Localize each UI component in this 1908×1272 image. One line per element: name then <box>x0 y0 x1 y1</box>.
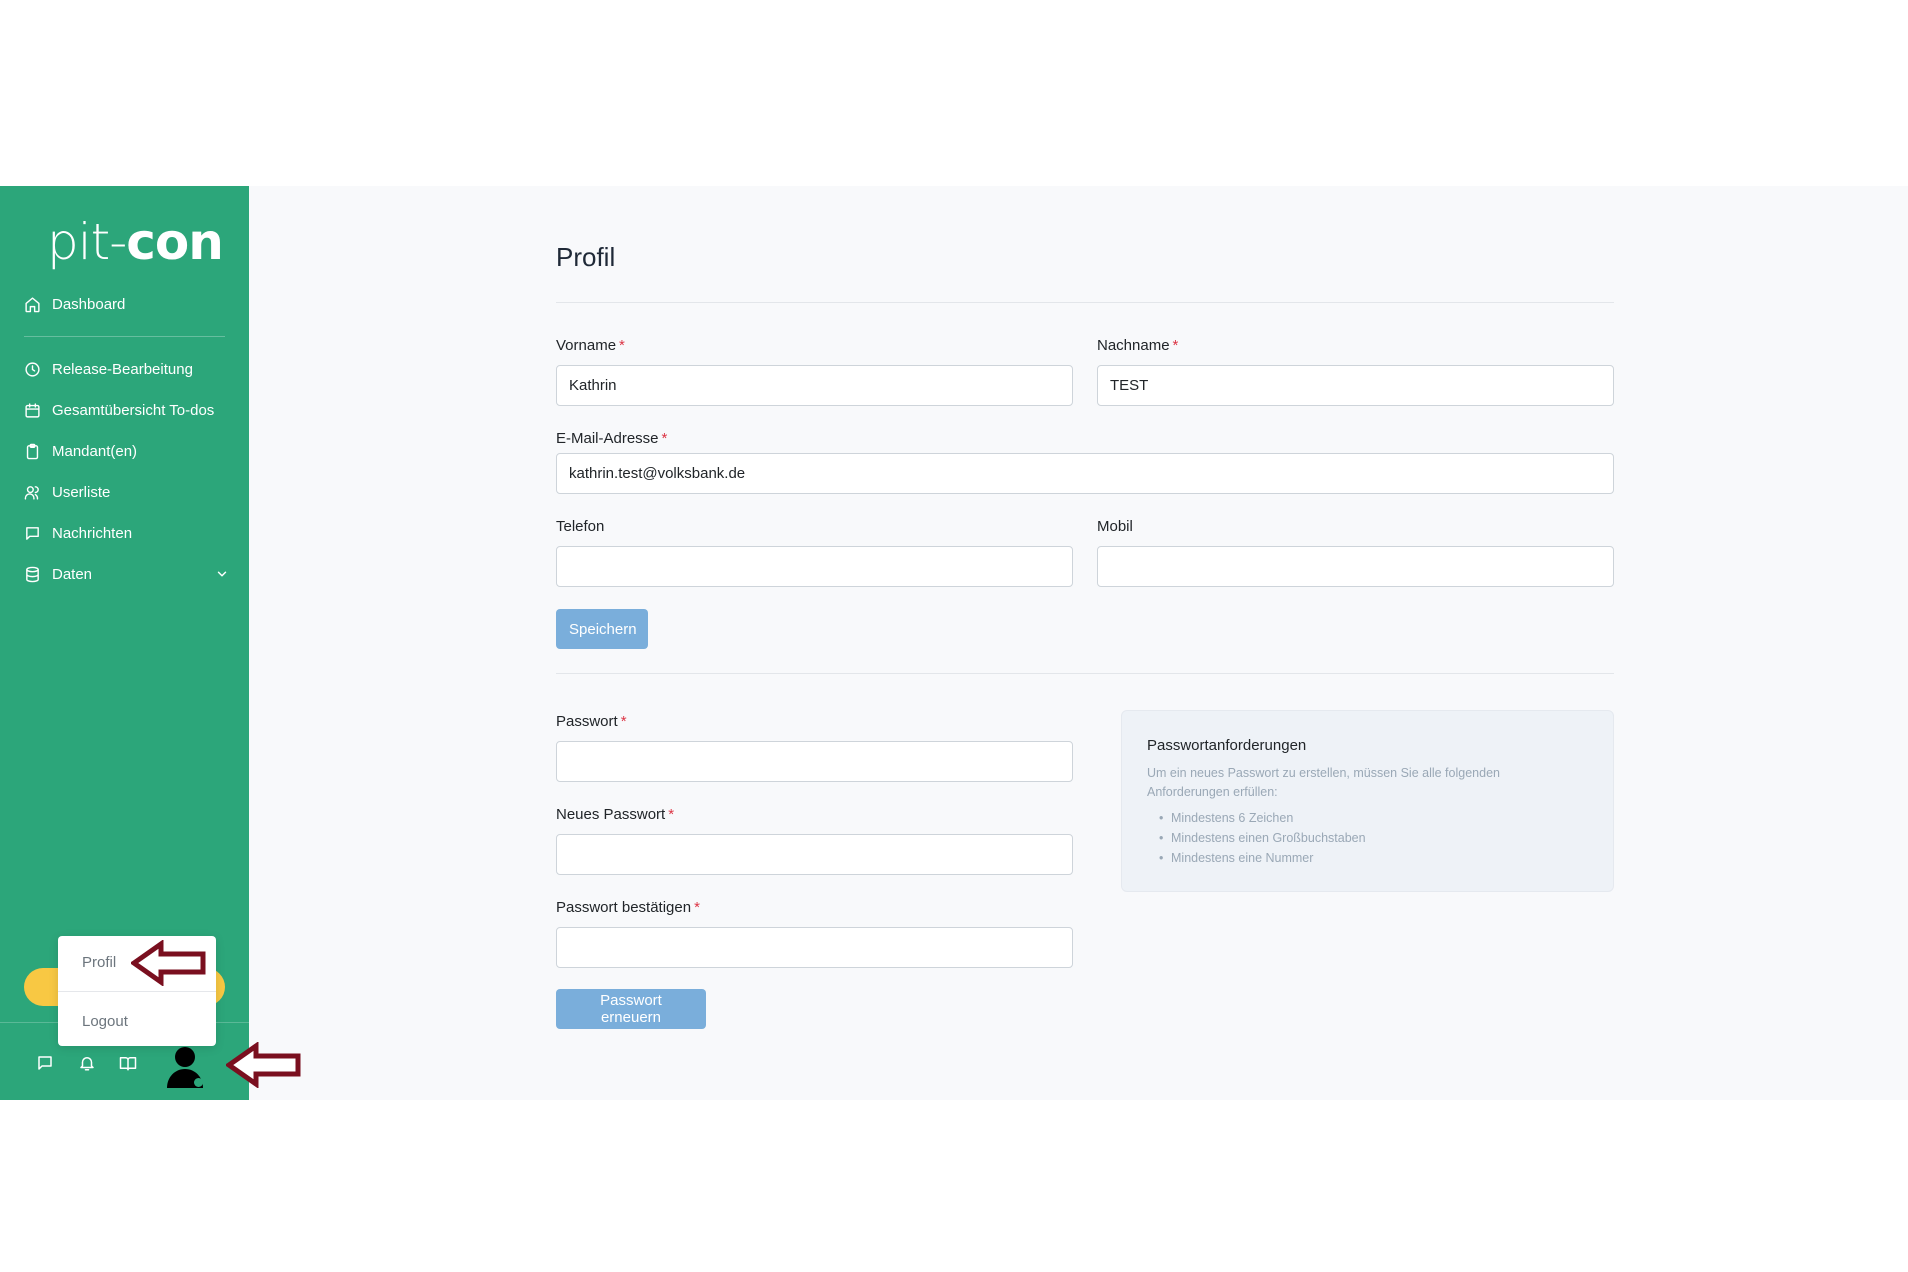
confirm-password-input[interactable] <box>556 927 1073 968</box>
footer-notifications-button[interactable] <box>78 1054 98 1074</box>
annotation-arrow-left-icon <box>226 1042 301 1088</box>
requirements-description: Um ein neues Passwort zu erstellen, müss… <box>1147 766 1500 799</box>
mobile-input[interactable] <box>1097 546 1614 587</box>
mobile-label: Mobil <box>1097 518 1133 535</box>
confirm-password-label: Passwort bestätigen * <box>556 899 700 916</box>
first-name-input[interactable] <box>556 365 1073 406</box>
sidebar-item-label: Gesamtübersicht To-dos <box>52 401 215 419</box>
phone-input[interactable] <box>556 546 1073 587</box>
sidebar-item-dashboard[interactable]: Dashboard <box>24 289 229 319</box>
save-button[interactable]: Speichern <box>556 609 648 649</box>
last-name-label: Nachname * <box>1097 337 1179 354</box>
required-marker: * <box>694 899 700 916</box>
sidebar-divider <box>24 336 225 337</box>
required-marker: * <box>620 713 627 730</box>
required-marker: * <box>619 337 625 354</box>
sidebar-item-label: Release-Bearbeitung <box>52 360 193 378</box>
message-icon <box>26 526 39 540</box>
requirement-item: Mindestens 6 Zeichen <box>1147 808 1588 828</box>
menu-item-logout[interactable]: Logout <box>82 1013 128 1030</box>
title-divider <box>556 302 1614 303</box>
message-icon <box>38 1056 52 1070</box>
sidebar-item-label: Mandant(en) <box>52 442 138 460</box>
new-password-label: Neues Passwort * <box>556 806 675 823</box>
clock-icon <box>25 361 40 377</box>
menu-item-profil[interactable]: Profil <box>82 954 116 971</box>
sidebar-item-release-bearbeitung[interactable]: Release-Bearbeitung <box>24 354 229 384</box>
password-label: Passwort * <box>556 713 627 730</box>
footer-docs-button[interactable] <box>119 1054 139 1074</box>
pit-con-logo[interactable]: pit-con <box>47 214 224 270</box>
sidebar-item-userliste[interactable]: Userliste <box>24 477 229 507</box>
calendar-icon <box>25 402 40 418</box>
renew-password-button[interactable]: Passwort erneuern <box>556 989 706 1029</box>
sidebar-item-daten[interactable]: Daten <box>24 559 229 589</box>
section-divider <box>556 673 1614 674</box>
requirement-item: Mindestens eine Nummer <box>1147 848 1588 868</box>
required-marker: * <box>661 430 668 447</box>
database-icon <box>26 566 39 582</box>
sidebar-item-gesamtuebersicht[interactable]: Gesamtübersicht To-dos <box>24 395 229 425</box>
required-marker: * <box>668 806 675 823</box>
first-name-label: Vorname * <box>556 337 625 354</box>
annotation-arrow-left-icon <box>131 940 206 986</box>
email-input[interactable] <box>556 453 1614 494</box>
requirements-title: Passwortanforderungen <box>1147 737 1307 754</box>
sidebar-item-label: Nachrichten <box>52 524 133 542</box>
password-input[interactable] <box>556 741 1073 782</box>
phone-label: Telefon <box>556 518 605 535</box>
sidebar-item-label: Daten <box>52 565 93 583</box>
online-status-dot <box>194 1078 203 1087</box>
sidebar-item-label: Userliste <box>52 483 111 501</box>
new-password-input[interactable] <box>556 834 1073 875</box>
requirement-item: Mindestens einen Großbuchstaben <box>1147 828 1588 848</box>
sidebar-item-mandanten[interactable]: Mandant(en) <box>24 436 229 466</box>
book-icon <box>119 1057 137 1071</box>
home-icon <box>25 296 40 312</box>
chevron-down-icon[interactable] <box>215 567 229 581</box>
users-icon <box>24 485 39 500</box>
password-requirements-panel: Passwortanforderungen Um ein neues Passw… <box>1121 710 1614 892</box>
requirements-list: Mindestens 6 Zeichen Mindestens einen Gr… <box>1147 808 1588 868</box>
menu-divider <box>58 991 216 992</box>
footer-messages-button[interactable] <box>36 1054 56 1074</box>
last-name-input[interactable] <box>1097 365 1614 406</box>
sidebar-item-label: Dashboard <box>52 295 126 313</box>
page-title: Profil <box>556 242 616 272</box>
required-marker: * <box>1172 337 1179 354</box>
sidebar-item-nachrichten[interactable]: Nachrichten <box>24 518 229 548</box>
bell-icon <box>80 1057 94 1071</box>
app-window: pit-con Dashboard Release-Bearbeitung Ge… <box>0 186 1908 1100</box>
clipboard-icon <box>26 443 39 459</box>
email-label: E-Mail-Adresse * <box>556 430 668 447</box>
